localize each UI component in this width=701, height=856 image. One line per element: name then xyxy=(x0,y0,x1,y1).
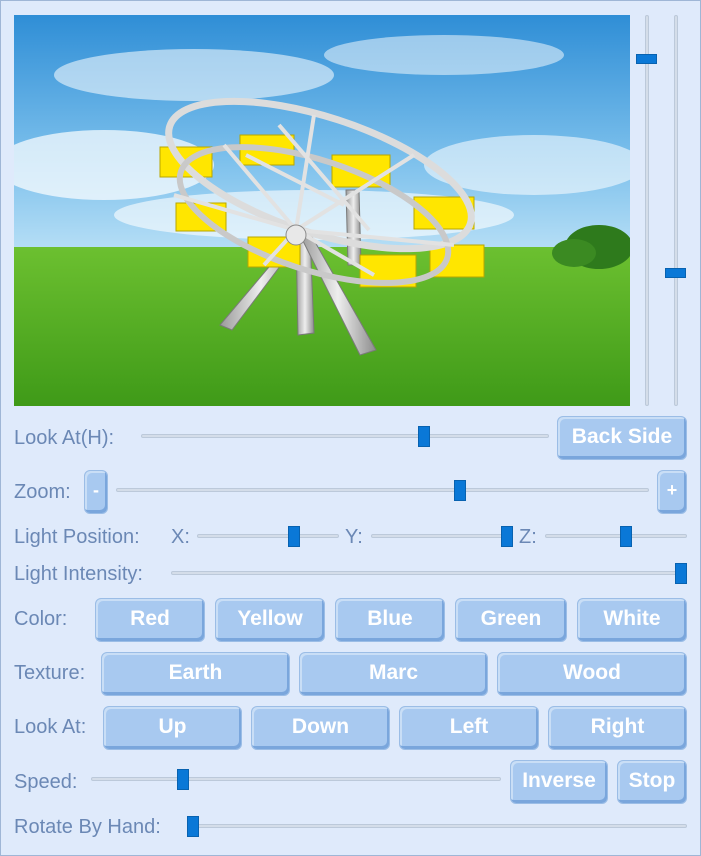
light-x-label: X: xyxy=(171,526,190,548)
vertical-slider-right[interactable] xyxy=(665,15,686,406)
look-at-label: Look At: xyxy=(14,716,87,738)
zoom-slider[interactable] xyxy=(116,480,649,501)
light-x-slider[interactable] xyxy=(197,526,339,547)
look-down-button[interactable]: Down xyxy=(251,706,390,750)
look-right-button[interactable]: Right xyxy=(548,706,687,750)
texture-marc-button[interactable]: Marc xyxy=(299,652,488,696)
slider-thumb[interactable] xyxy=(665,268,686,278)
ferris-wheel-scene xyxy=(14,15,630,406)
light-z-slider[interactable] xyxy=(545,526,687,547)
slider-track xyxy=(545,534,687,538)
light-y-slider[interactable] xyxy=(371,526,513,547)
slider-thumb[interactable] xyxy=(454,480,466,501)
light-z-label: Z: xyxy=(519,526,537,548)
rotate-by-hand-label: Rotate By Hand: xyxy=(14,816,161,838)
color-white-button[interactable]: White xyxy=(577,598,687,642)
texture-label: Texture: xyxy=(14,662,86,684)
light-position-label: Light Position: xyxy=(14,526,140,548)
light-intensity-slider[interactable] xyxy=(171,563,687,584)
look-left-button[interactable]: Left xyxy=(399,706,539,750)
slider-thumb[interactable] xyxy=(675,563,687,584)
slider-thumb[interactable] xyxy=(620,526,632,547)
slider-track xyxy=(141,434,549,438)
scene-viewport[interactable] xyxy=(14,15,630,406)
color-label: Color: xyxy=(14,608,68,630)
look-up-button[interactable]: Up xyxy=(103,706,242,750)
stop-button[interactable]: Stop xyxy=(617,760,687,804)
light-y-label: Y: xyxy=(345,526,363,548)
slider-track xyxy=(197,534,339,538)
slider-track xyxy=(116,488,649,492)
vertical-slider-left[interactable] xyxy=(636,15,657,406)
slider-thumb[interactable] xyxy=(501,526,513,547)
look-at-h-slider[interactable] xyxy=(141,426,549,447)
zoom-in-button[interactable]: + xyxy=(657,470,687,514)
slider-track xyxy=(645,15,649,406)
rotate-by-hand-slider[interactable] xyxy=(187,816,687,837)
zoom-out-button[interactable]: - xyxy=(84,470,108,514)
app-panel: Look At(H): Back Side Zoom: - + Light Po… xyxy=(0,0,701,856)
color-red-button[interactable]: Red xyxy=(95,598,205,642)
slider-thumb[interactable] xyxy=(418,426,430,447)
slider-track xyxy=(187,824,687,828)
slider-track xyxy=(371,534,513,538)
slider-track xyxy=(674,15,678,406)
texture-earth-button[interactable]: Earth xyxy=(101,652,290,696)
slider-track xyxy=(171,571,687,575)
inverse-button[interactable]: Inverse xyxy=(510,760,608,804)
slider-thumb[interactable] xyxy=(177,769,189,790)
slider-thumb[interactable] xyxy=(636,54,657,64)
slider-track xyxy=(91,777,501,781)
light-intensity-label: Light Intensity: xyxy=(14,563,143,585)
slider-thumb[interactable] xyxy=(187,816,199,837)
slider-thumb[interactable] xyxy=(288,526,300,547)
speed-label: Speed: xyxy=(14,771,78,793)
zoom-label: Zoom: xyxy=(14,481,71,503)
color-yellow-button[interactable]: Yellow xyxy=(215,598,325,642)
speed-slider[interactable] xyxy=(91,769,501,790)
texture-wood-button[interactable]: Wood xyxy=(497,652,687,696)
look-at-h-label: Look At(H): xyxy=(14,427,115,449)
color-blue-button[interactable]: Blue xyxy=(335,598,445,642)
back-side-button[interactable]: Back Side xyxy=(557,416,687,460)
color-green-button[interactable]: Green xyxy=(455,598,567,642)
